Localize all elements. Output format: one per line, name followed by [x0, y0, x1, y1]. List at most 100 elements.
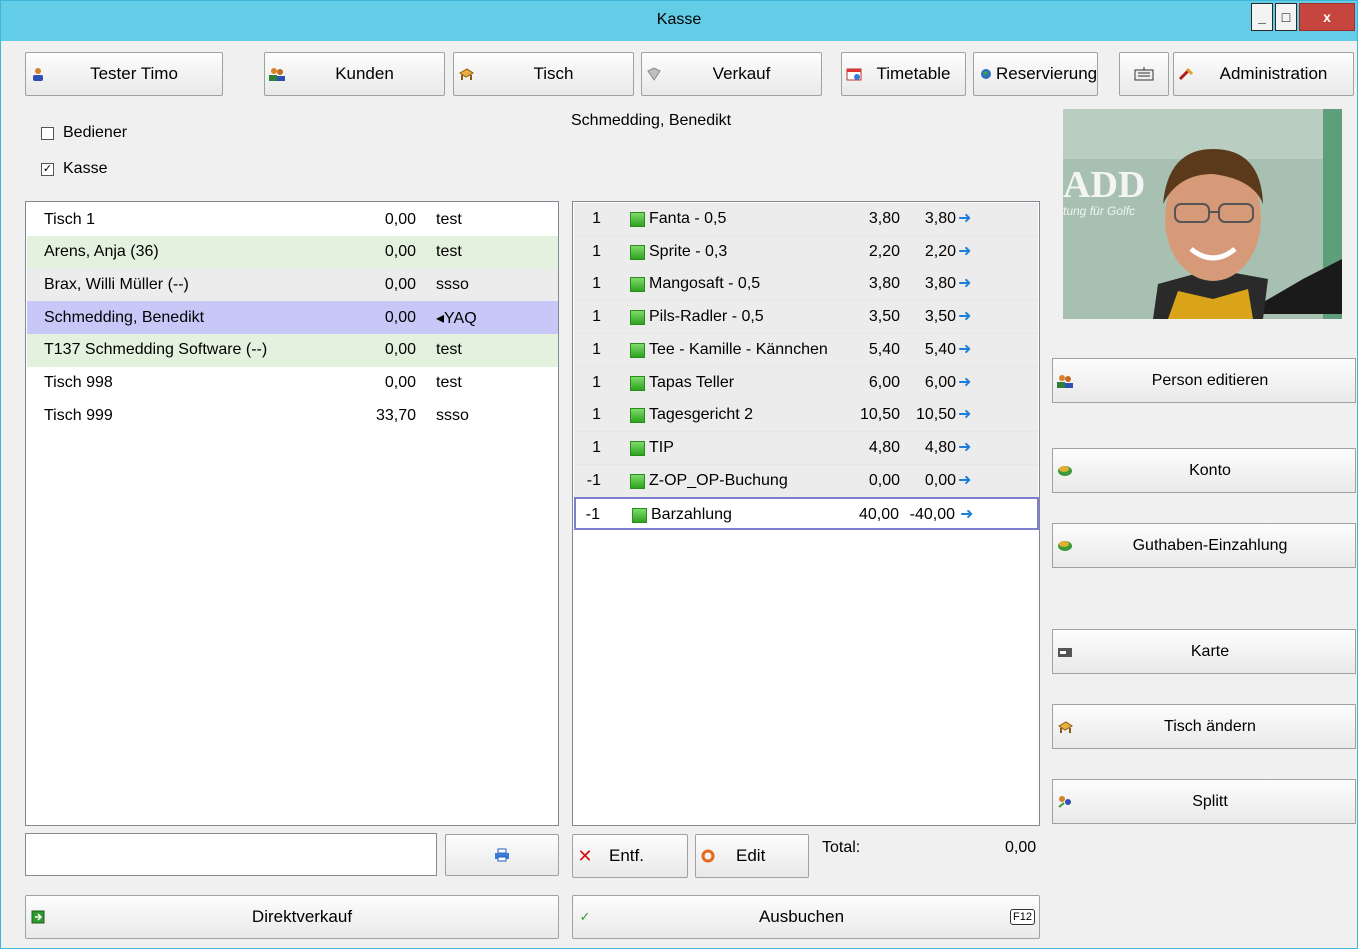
item-qty: 1: [592, 275, 601, 293]
card-icon: [1057, 644, 1073, 660]
reservierung-button-label: Reservierung: [996, 64, 1098, 83]
photo-caption-text: tung für Golfc: [1063, 204, 1135, 218]
kunden-button[interactable]: Kunden: [264, 52, 445, 96]
order-item-row[interactable]: -1 Z-OP_OP-Buchung 0,00 0,00 ➜: [574, 464, 1038, 498]
item-status-icon: [630, 440, 645, 456]
table-row[interactable]: Brax, Willi Müller (--) 0,00 ssso: [27, 268, 558, 302]
close-button[interactable]: x: [1299, 3, 1355, 31]
ausbuchen-button[interactable]: ✓ Ausbuchen F12: [572, 895, 1040, 939]
table-row-code: test: [436, 210, 462, 228]
timetable-button-label: Timetable: [876, 64, 951, 83]
arrow-right-icon[interactable]: ➜: [958, 437, 971, 457]
table-row-name: Arens, Anja (36): [44, 243, 159, 261]
minimize-button[interactable]: _: [1251, 3, 1273, 31]
table-row[interactable]: Arens, Anja (36) 0,00 test: [27, 235, 558, 269]
administration-button[interactable]: Administration: [1173, 52, 1354, 96]
bediener-label: Bediener: [63, 124, 128, 141]
arrow-right-icon[interactable]: ➜: [958, 306, 971, 326]
bediener-checkbox[interactable]: Bediener: [41, 124, 127, 142]
search-input[interactable]: [25, 833, 437, 876]
item-status-icon: [630, 277, 645, 293]
entf-button[interactable]: ✕ Entf.: [572, 834, 688, 878]
table-row[interactable]: Schmedding, Benedikt 0,00 ◂YAQ: [27, 301, 558, 335]
direktverkauf-label: Direktverkauf: [251, 907, 353, 926]
table-row-amount: 0,00: [384, 275, 416, 293]
item-name: Mangosaft - 0,5: [649, 275, 761, 293]
order-item-row[interactable]: -1 Barzahlung 40,00 -40,00 ➜: [574, 497, 1039, 531]
order-item-row[interactable]: 1 Pils-Radler - 0,5 3,50 3,50 ➜: [574, 301, 1038, 335]
item-price: 10,50: [859, 406, 900, 424]
enter-icon: [30, 909, 46, 925]
keyboard-button[interactable]: [1119, 52, 1169, 96]
table-row[interactable]: T137 Schmedding Software (--) 0,00 test: [27, 333, 558, 367]
tisch-button[interactable]: Tisch: [453, 52, 634, 96]
item-price: 4,80: [868, 438, 900, 456]
item-name: Tagesgericht 2: [649, 406, 754, 424]
kasse-checkbox[interactable]: ✓ Kasse: [41, 160, 107, 178]
guthaben-einzahlung-button[interactable]: Guthaben-Einzahlung: [1052, 523, 1356, 568]
order-item-row[interactable]: 1 Tee - Kamille - Kännchen 5,40 5,40 ➜: [574, 333, 1038, 367]
kunden-button-label: Kunden: [335, 64, 394, 83]
item-status-icon: [630, 375, 645, 391]
table-row-name: Tisch 999: [44, 406, 113, 424]
order-items-list: 1 Fanta - 0,5 3,80 3,80 ➜ 1 Sprite - 0,3 2,20 2,…: [572, 201, 1040, 826]
karte-button[interactable]: Karte: [1052, 629, 1356, 674]
table-row[interactable]: Tisch 998 0,00 test: [27, 366, 558, 400]
item-total: 0,00: [924, 471, 956, 489]
calendar-icon: [846, 66, 862, 82]
table-row-amount: 0,00: [384, 308, 416, 326]
person-editieren-button[interactable]: Person editieren: [1052, 358, 1356, 403]
table-row[interactable]: Tisch 999 33,70 ssso: [27, 399, 558, 433]
item-qty: 1: [592, 210, 601, 227]
order-item-row[interactable]: 1 Mangosaft - 0,5 3,80 3,80 ➜: [574, 268, 1038, 302]
globe-icon: [978, 66, 994, 82]
timetable-button[interactable]: Timetable: [841, 52, 966, 96]
arrow-right-icon[interactable]: ➜: [958, 339, 971, 359]
person-editieren-label: Person editieren: [1151, 371, 1269, 389]
order-item-row[interactable]: 1 Sprite - 0,3 2,20 2,20 ➜: [574, 235, 1038, 269]
reservierung-button[interactable]: Reservierung: [973, 52, 1098, 96]
user-button[interactable]: Tester Timo: [25, 52, 223, 96]
edit-button[interactable]: Edit: [695, 834, 809, 878]
item-total: 3,80: [924, 210, 956, 227]
item-name: Pils-Radler - 0,5: [649, 308, 764, 326]
verkauf-button[interactable]: Verkauf: [641, 52, 822, 96]
item-price: 5,40: [868, 340, 900, 358]
arrow-right-icon[interactable]: ➜: [958, 470, 971, 490]
item-status-icon: [630, 244, 645, 260]
order-item-row[interactable]: 1 Tapas Teller 6,00 6,00 ➜: [574, 366, 1038, 400]
order-item-row[interactable]: 1 Tagesgericht 2 10,50 10,50 ➜: [574, 399, 1038, 433]
table-icon: [1057, 719, 1073, 735]
customers-icon: [1057, 373, 1073, 389]
item-status-icon: [632, 508, 647, 524]
item-qty: 1: [592, 242, 601, 260]
item-total: 2,20: [924, 242, 956, 260]
table-row-name: Tisch 998: [44, 374, 113, 391]
item-name: Fanta - 0,5: [649, 210, 727, 227]
konto-button[interactable]: Konto: [1052, 448, 1356, 493]
split-icon: [1057, 794, 1073, 810]
table-row[interactable]: Tisch 1 0,00 test: [27, 203, 558, 236]
arrow-right-icon[interactable]: ➜: [958, 404, 971, 424]
order-item-row[interactable]: 1 Fanta - 0,5 3,80 3,80 ➜: [574, 203, 1038, 236]
check-icon: ✓: [579, 909, 591, 924]
direktverkauf-button[interactable]: Direktverkauf: [25, 895, 559, 939]
customers-icon: [269, 66, 285, 82]
close-icon: x: [1323, 9, 1331, 25]
item-total: 5,40: [924, 340, 956, 358]
arrow-right-icon[interactable]: ➜: [958, 273, 971, 293]
arrow-right-icon[interactable]: ➜: [958, 372, 971, 392]
arrow-right-icon[interactable]: ➜: [960, 504, 973, 524]
arrow-right-icon[interactable]: ➜: [958, 241, 971, 261]
tisch-aendern-button[interactable]: Tisch ändern: [1052, 704, 1356, 749]
item-qty: 1: [592, 406, 601, 424]
total-label: Total:: [822, 839, 861, 856]
table-row-code: ◂YAQ: [436, 309, 477, 327]
maximize-button[interactable]: □: [1275, 3, 1297, 31]
print-button[interactable]: [445, 834, 559, 876]
arrow-right-icon[interactable]: ➜: [958, 208, 971, 228]
order-item-row[interactable]: 1 TIP 4,80 4,80 ➜: [574, 431, 1038, 465]
item-total: 4,80: [924, 438, 956, 456]
table-row-code: test: [436, 374, 462, 391]
splitt-button[interactable]: Splitt: [1052, 779, 1356, 824]
